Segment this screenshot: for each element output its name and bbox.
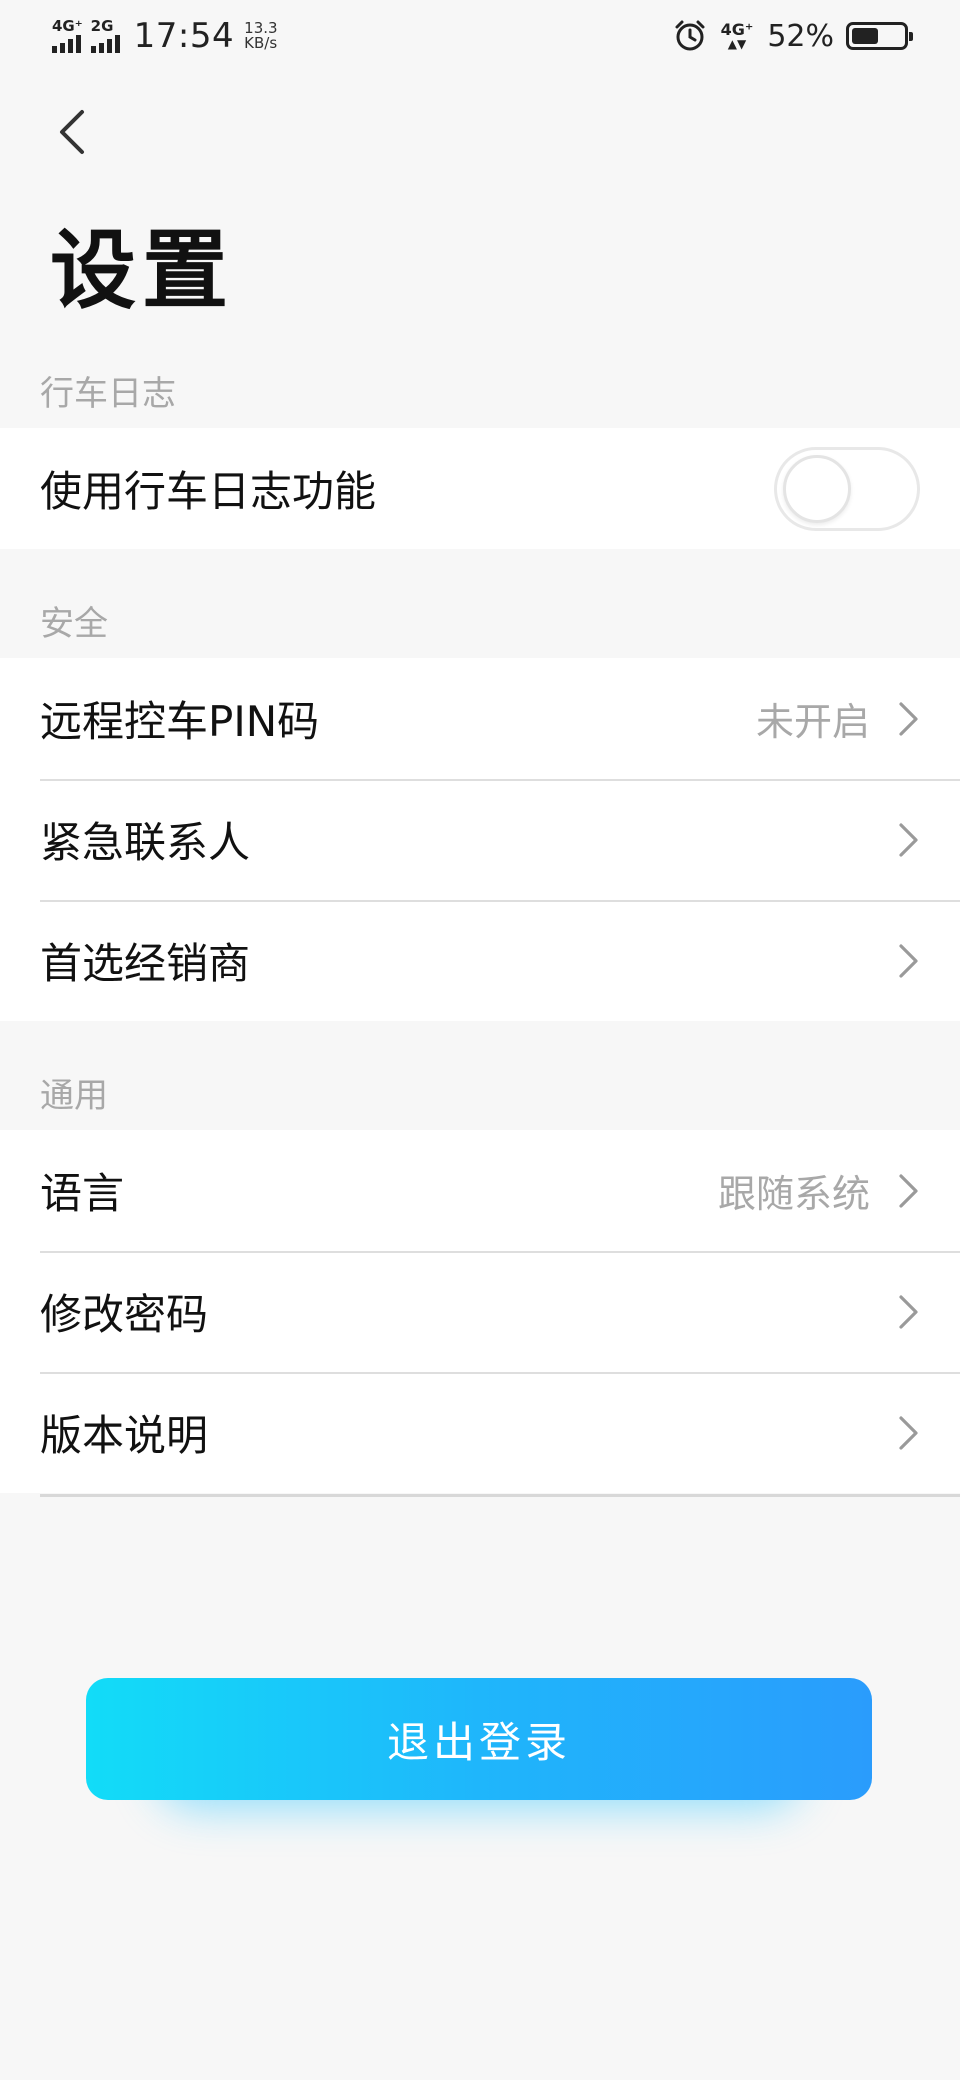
status-bar-left: 4G⁺ 2G 17:54 13.3 KB/s — [52, 16, 278, 56]
chevron-right-icon — [899, 943, 918, 978]
setting-label: 版本说明 — [40, 1411, 209, 1460]
section-label-driving-log: 行车日志 — [40, 374, 176, 414]
chevron-right-icon — [899, 1173, 918, 1208]
setting-row-driving-log: 使用行车日志功能 — [0, 428, 960, 549]
network-speed: 13.3 KB/s — [244, 21, 277, 51]
setting-label: 语言 — [40, 1169, 125, 1218]
network-type-right: 4G⁺ — [720, 20, 754, 39]
network-type-1: 4G⁺ — [52, 17, 83, 35]
back-button[interactable] — [46, 100, 96, 164]
chevron-right-icon — [899, 1294, 918, 1329]
setting-label: 使用行车日志功能 — [40, 467, 377, 516]
toggle-knob — [783, 454, 851, 523]
battery-icon — [846, 22, 913, 50]
setting-label: 修改密码 — [40, 1290, 209, 1339]
chevron-right-icon — [899, 822, 918, 857]
setting-row-emergency-contact[interactable]: 紧急联系人 — [0, 779, 960, 900]
setting-row-language[interactable]: 语言 跟随系统 — [0, 1130, 960, 1251]
setting-label: 紧急联系人 — [40, 818, 251, 867]
setting-row-remote-pin[interactable]: 远程控车PIN码 未开启 — [0, 658, 960, 779]
list-bottom-divider — [40, 1494, 960, 1497]
logout-button[interactable]: 退出登录 — [86, 1678, 872, 1800]
setting-label: 首选经销商 — [40, 939, 251, 988]
chevron-right-icon — [899, 1415, 918, 1450]
battery-percent: 52% — [767, 18, 834, 54]
signal-2g-icon: 2G — [90, 17, 120, 53]
settings-screen: 4G⁺ 2G 17:54 13.3 KB/s 4G⁺ ▲▼ 52% 设置 行车日… — [0, 0, 960, 2080]
network-speed-unit: KB/s — [244, 34, 278, 52]
setting-row-preferred-dealer[interactable]: 首选经销商 — [0, 900, 960, 1021]
battery-fill — [852, 28, 878, 44]
group-general: 语言 跟随系统 修改密码 版本说明 — [0, 1130, 960, 1493]
status-bar-right: 4G⁺ ▲▼ 52% — [673, 18, 913, 54]
logout-area: 退出登录 — [86, 1678, 872, 1808]
setting-label: 远程控车PIN码 — [40, 697, 320, 746]
setting-row-change-password[interactable]: 修改密码 — [0, 1251, 960, 1372]
section-label-security: 安全 — [40, 604, 108, 644]
setting-value: 未开启 — [755, 700, 870, 744]
driving-log-toggle[interactable] — [774, 446, 920, 531]
mobile-data-icon: 4G⁺ ▲▼ — [720, 20, 754, 51]
alarm-clock-icon — [675, 20, 705, 51]
network-type-2: 2G — [90, 17, 114, 35]
group-security: 远程控车PIN码 未开启 紧急联系人 首选经销商 — [0, 658, 960, 1021]
status-bar: 4G⁺ 2G 17:54 13.3 KB/s 4G⁺ ▲▼ 52% — [0, 0, 960, 72]
page-title: 设置 — [50, 221, 234, 321]
status-time: 17:54 — [133, 16, 235, 56]
group-driving-log: 使用行车日志功能 — [0, 428, 960, 549]
signal-4g-icon: 4G⁺ — [52, 19, 83, 53]
setting-row-version-info[interactable]: 版本说明 — [0, 1372, 960, 1493]
setting-value: 跟随系统 — [717, 1172, 870, 1216]
section-label-general: 通用 — [40, 1076, 108, 1116]
chevron-right-icon — [899, 701, 918, 736]
chevron-left-icon — [60, 110, 84, 154]
